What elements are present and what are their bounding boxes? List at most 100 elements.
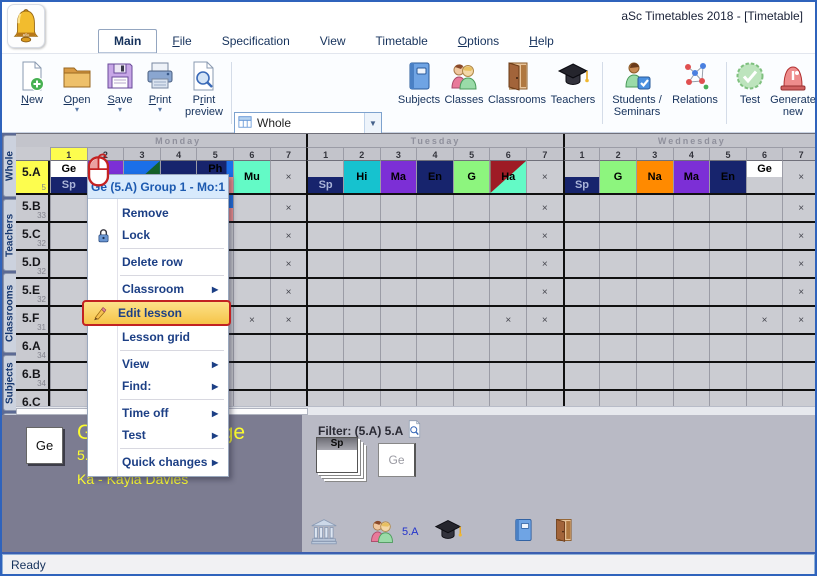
timetable-cell-6.A-d3-p7[interactable] [782,335,817,361]
timetable-cell-5.E-d3-p2[interactable] [599,279,636,305]
timetable-cell-6.C-d3-p4[interactable] [673,391,710,406]
timetable-cell-5.D-d3-p7[interactable]: × [782,251,817,277]
timetable-cell-6.C-d1-p6[interactable] [233,391,270,406]
row-label-5.F[interactable]: 5.F31 [16,307,50,333]
timetable-cell-5.A-d2-p6[interactable]: Ha [489,161,526,193]
timetable-cell-5.B-d3-p7[interactable]: × [782,195,817,221]
menu-item-quick-changes[interactable]: Quick changes▶ [88,451,228,473]
graduation-cap-icon[interactable] [434,517,462,550]
timetable-cell-6.B-d2-p4[interactable] [416,363,453,389]
timetable-cell-5.E-d1-p7[interactable]: × [270,279,307,305]
relations-button[interactable]: Relations [668,60,722,106]
timetable-cell-5.B-d3-p6[interactable] [746,195,783,221]
tab-classrooms[interactable]: Classrooms [3,273,16,353]
timetable-cell-5.B-d3-p3[interactable] [636,195,673,221]
timetable-cell-5.D-d3-p5[interactable] [709,251,746,277]
timetable-cell-5.C-d1-p1[interactable] [50,223,87,249]
menu-view[interactable]: View [305,30,361,53]
timetable-cell-5.F-d3-p5[interactable] [709,307,746,333]
teachers-button[interactable]: Teachers [548,60,598,106]
timetable-cell-5.F-d1-p6[interactable]: × [233,307,270,333]
timetable-cell-5.F-d2-p4[interactable] [416,307,453,333]
menu-item-test[interactable]: Test▶ [88,424,228,446]
timetable-cell-5.E-d3-p5[interactable] [709,279,746,305]
timetable-cell-5.B-d1-p1[interactable] [50,195,87,221]
timetable-cell-6.B-d3-p7[interactable] [782,363,817,389]
timetable-cell-6.C-d3-p2[interactable] [599,391,636,406]
timetable-cell-6.C-d2-p2[interactable] [343,391,380,406]
timetable-cell-5.F-d2-p2[interactable] [343,307,380,333]
timetable-cell-5.D-d2-p2[interactable] [343,251,380,277]
period-header-1-3[interactable]: 3 [123,147,160,161]
timetable-cell-6.C-d3-p6[interactable] [746,391,783,406]
period-header-1-4[interactable]: 4 [160,147,197,161]
timetable-cell-5.C-d3-p2[interactable] [599,223,636,249]
tab-teachers[interactable]: Teachers [3,199,16,271]
period-header-3-7[interactable]: 7 [782,147,817,161]
period-header-3-2[interactable]: 2 [599,147,636,161]
timetable-cell-5.E-d2-p3[interactable] [380,279,417,305]
timetable-cell-6.C-d3-p5[interactable] [709,391,746,406]
period-header-1-7[interactable]: 7 [270,147,307,161]
timetable-cell-5.D-d1-p1[interactable] [50,251,87,277]
timetable-cell-5.F-d3-p7[interactable]: × [782,307,817,333]
period-header-1-1[interactable]: 1 [50,147,87,161]
timetable-cell-5.E-d3-p7[interactable]: × [782,279,817,305]
menu-timetable[interactable]: Timetable [361,30,443,53]
timetable-cell-5.E-d3-p1[interactable] [563,279,600,305]
timetable-cell-6.A-d1-p1[interactable] [50,335,87,361]
app-logo-bell-icon[interactable] [7,4,45,48]
timetable-cell-5.B-d2-p1[interactable] [306,195,343,221]
tab-whole[interactable]: Whole [3,135,16,197]
students-seminars-button[interactable]: Students / Seminars [606,60,668,118]
timetable-cell-6.C-d3-p1[interactable] [563,391,600,406]
new-button[interactable]: New [12,60,52,106]
timetable-cell-5.C-d2-p5[interactable] [453,223,490,249]
menu-item-lesson-grid[interactable]: Lesson grid [88,326,228,348]
timetable-cell-6.A-d2-p3[interactable] [380,335,417,361]
row-label-5.D[interactable]: 5.D32 [16,251,50,277]
timetable-cell-5.A-d2-p4[interactable]: En [416,161,453,193]
timetable-cell-5.C-d2-p7[interactable]: × [526,223,563,249]
filter-preview-icon[interactable] [407,420,422,441]
timetable-cell-6.A-d1-p6[interactable] [233,335,270,361]
period-header-1-6[interactable]: 6 [233,147,270,161]
timetable-cell-5.A-d2-p2[interactable]: Hi [343,161,380,193]
classes-button[interactable]: Classes [442,60,486,106]
timetable-cell-5.A-d3-p3[interactable]: Na [636,161,673,193]
school-building-icon[interactable] [310,517,338,550]
timetable-cell-5.D-d2-p4[interactable] [416,251,453,277]
period-header-3-6[interactable]: 6 [746,147,783,161]
period-header-3-5[interactable]: 5 [709,147,746,161]
view-select[interactable]: Whole ▼ [234,112,382,134]
menu-item-edit-lesson[interactable]: Edit lesson [82,300,231,326]
menu-item-lock[interactable]: Lock [88,224,228,246]
timetable-cell-5.A-d1-p7[interactable]: × [270,161,307,193]
timetable-cell-5.A-d3-p4[interactable]: Ma [673,161,710,193]
timetable-cell-5.C-d3-p3[interactable] [636,223,673,249]
timetable-cell-6.C-d2-p3[interactable] [380,391,417,406]
period-header-3-1[interactable]: 1 [563,147,600,161]
timetable-cell-5.A-d1-p1[interactable]: GeSp [50,161,87,193]
timetable-cell-5.B-d3-p5[interactable] [709,195,746,221]
timetable-cell-5.F-d2-p3[interactable] [380,307,417,333]
timetable-cell-5.D-d2-p7[interactable]: × [526,251,563,277]
timetable-cell-5.B-d2-p5[interactable] [453,195,490,221]
timetable-cell-5.B-d1-p7[interactable]: × [270,195,307,221]
timetable-cell-5.C-d3-p7[interactable]: × [782,223,817,249]
timetable-cell-5.A-d1-p6[interactable]: Mu [233,161,270,193]
timetable-cell-6.B-d2-p5[interactable] [453,363,490,389]
row-label-5.C[interactable]: 5.C32 [16,223,50,249]
generate-new-button[interactable]: Generate new [768,60,817,118]
timetable-cell-5.D-d3-p3[interactable] [636,251,673,277]
timetable-cell-5.C-d3-p1[interactable] [563,223,600,249]
timetable-cell-5.F-d2-p6[interactable]: × [489,307,526,333]
timetable-cell-6.C-d2-p1[interactable] [306,391,343,406]
timetable-cell-5.C-d3-p5[interactable] [709,223,746,249]
timetable-cell-6.B-d3-p1[interactable] [563,363,600,389]
timetable-cell-6.B-d3-p4[interactable] [673,363,710,389]
timetable-cell-5.A-d2-p3[interactable]: Ma [380,161,417,193]
period-header-2-7[interactable]: 7 [526,147,563,161]
timetable-cell-6.B-d2-p6[interactable] [489,363,526,389]
timetable-cell-6.C-d3-p3[interactable] [636,391,673,406]
